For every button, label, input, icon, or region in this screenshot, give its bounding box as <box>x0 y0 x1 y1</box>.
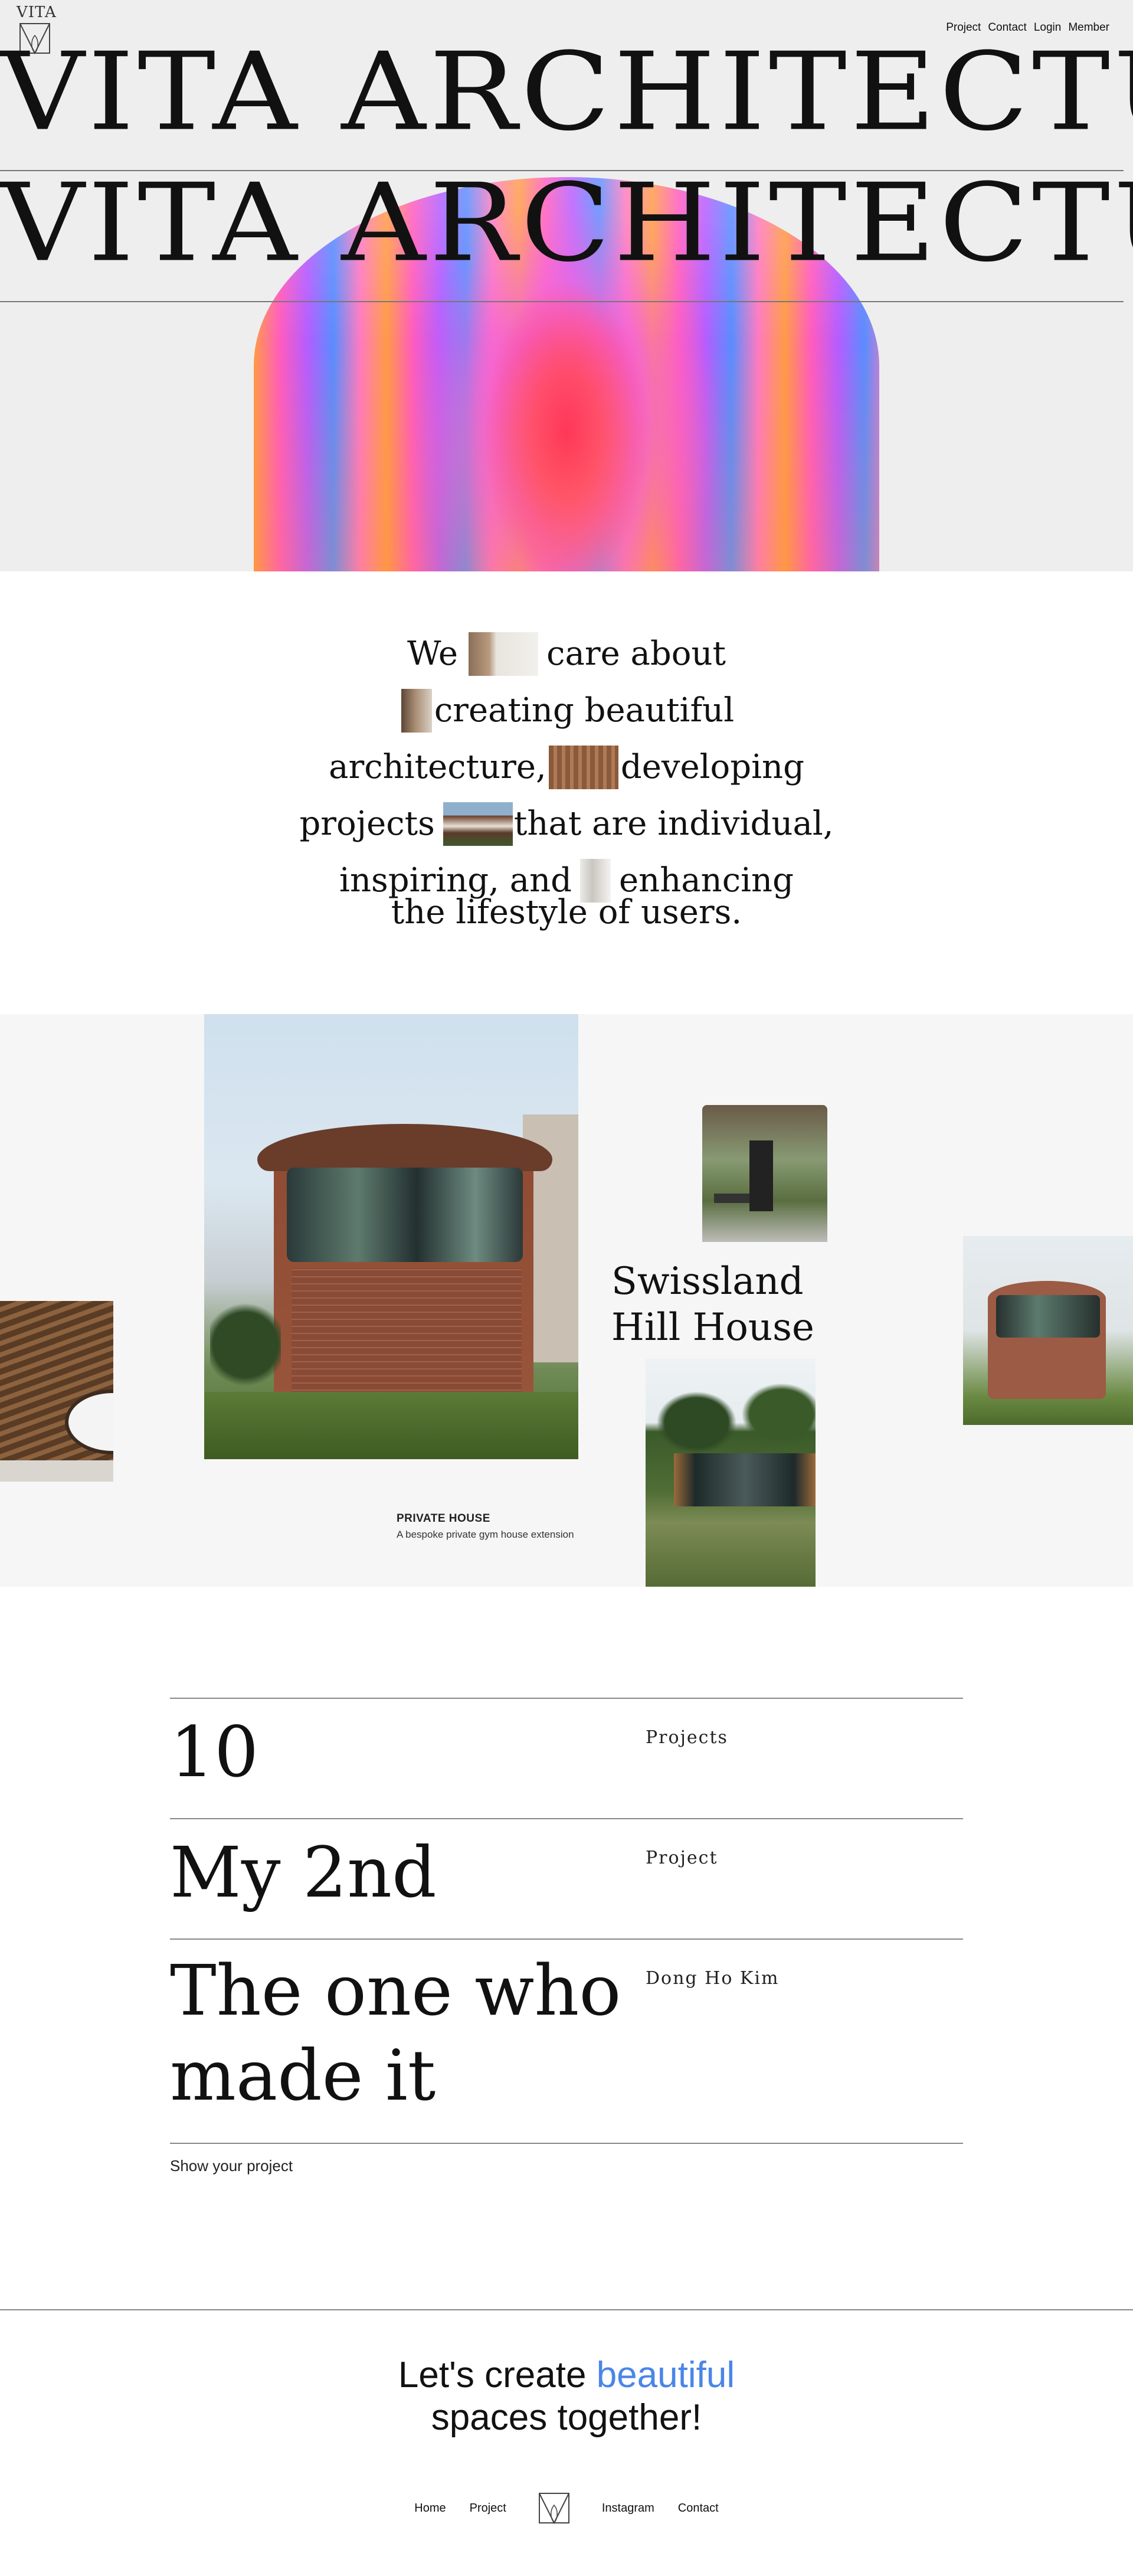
intro-row-1: We care about <box>0 626 1133 682</box>
swissland-hill-house-photo[interactable] <box>204 1014 578 1459</box>
intro-text: projects <box>299 805 435 843</box>
stat-label: Projects <box>646 1727 728 1748</box>
caption-title: PRIVATE HOUSE <box>397 1512 490 1525</box>
project-gallery: Swissland Hill House PRIVATE HOUSE A bes… <box>0 1014 1133 1587</box>
footer-project-link[interactable]: Project <box>470 2502 506 2515</box>
stat-value: 10 <box>170 1711 259 1793</box>
wood-thumbnail <box>401 689 432 733</box>
logo-text: VITA <box>17 4 57 21</box>
hero-title-line-2: VITA ARCHITECTU <box>0 169 1133 277</box>
intro-row-3: architecture, developing <box>0 739 1133 796</box>
cta-heading: Let's create beautiful spaces together! <box>0 2354 1133 2439</box>
stats-section: 10 Projects My 2nd Project The one who m… <box>170 1698 963 2175</box>
hero-divider-2 <box>0 301 1124 302</box>
project-title[interactable]: Swissland Hill House <box>611 1258 824 1351</box>
footer-divider <box>0 2309 1133 2310</box>
caption-text: A bespoke private gym house extension <box>397 1529 574 1540</box>
gym-interior-photo[interactable] <box>702 1105 827 1242</box>
stat-label: Project <box>646 1848 718 1868</box>
stat-row-project: My 2nd Project <box>170 1818 963 1938</box>
timber-canopy-photo[interactable] <box>0 1301 113 1482</box>
intro-row-6: the lifestyle of users. <box>0 894 1133 931</box>
footer-home-link[interactable]: Home <box>414 2502 446 2515</box>
top-nav: Project Contact Login Member <box>946 21 1109 34</box>
stat-row-projects-count: 10 Projects <box>170 1698 963 1818</box>
timber-thumbnail <box>548 746 618 789</box>
footer-contact-link[interactable]: Contact <box>678 2502 719 2515</box>
stat-label: Dong Ho Kim <box>646 1968 780 1989</box>
cta-text-line-2: spaces together! <box>431 2397 702 2438</box>
intro-row-2: creating beautiful <box>0 682 1133 739</box>
hero-title-line-1: VITA ARCHITECTU <box>0 38 1133 146</box>
footer-instagram-link[interactable]: Instagram <box>602 2502 654 2515</box>
intro-text: the lifestyle of users. <box>391 893 742 931</box>
tudor-house-thumbnail <box>443 802 513 846</box>
interior-thumbnail <box>469 632 539 676</box>
footer-nav: Home Project Instagram Contact <box>0 2492 1133 2524</box>
garden-pavilion-photo[interactable] <box>646 1359 816 1587</box>
intro-text: that are individual, <box>513 805 834 843</box>
nav-contact[interactable]: Contact <box>988 21 1026 34</box>
intro-text: care about <box>546 635 726 673</box>
intro-row-4: projects that are individual, <box>0 796 1133 852</box>
nav-project[interactable]: Project <box>946 21 981 34</box>
intro-text: creating beautiful <box>434 691 735 730</box>
nav-login[interactable]: Login <box>1034 21 1062 34</box>
stat-value: My 2nd <box>170 1832 437 1913</box>
project-caption: PRIVATE HOUSE A bespoke private gym hous… <box>397 1512 585 1542</box>
intro-text: developing <box>620 748 804 786</box>
tower-exterior-photo[interactable] <box>963 1236 1133 1425</box>
cta-text: Let's create <box>398 2355 597 2395</box>
vita-mark-icon[interactable] <box>538 2492 570 2524</box>
stat-row-author: The one who made it Dong Ho Kim <box>170 1938 963 2144</box>
cta-accent: beautiful <box>596 2355 735 2395</box>
intro-text: architecture, <box>329 748 546 786</box>
intro-statement: We care about creating beautiful archite… <box>0 626 1133 931</box>
hero-section: VITA Project Contact Login Member VITA A… <box>0 0 1133 571</box>
intro-text: We <box>407 635 459 673</box>
show-your-project-link[interactable]: Show your project <box>170 2157 963 2175</box>
nav-member[interactable]: Member <box>1068 21 1109 34</box>
stat-value: The one who made it <box>170 1950 621 2116</box>
